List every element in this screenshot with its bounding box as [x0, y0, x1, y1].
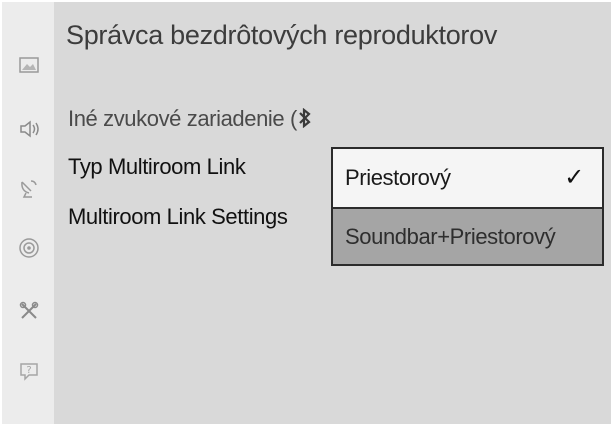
menu-item-label: Iné zvukové zariadenie ( — [68, 106, 297, 131]
bluetooth-icon — [298, 107, 311, 134]
option-label: Soundbar+Priestorový — [345, 223, 556, 249]
sound-icon[interactable] — [16, 116, 42, 142]
dropdown-option-surround[interactable]: Priestorový ✓ — [333, 149, 602, 207]
menu-item-multiroom-link-settings[interactable]: Multiroom Link Settings — [68, 204, 288, 230]
menu-item-label: Multiroom Link Settings — [68, 204, 288, 229]
broadcast-icon[interactable] — [16, 175, 42, 201]
menu-item-other-audio-device[interactable]: Iné zvukové zariadenie ( — [68, 106, 311, 134]
menu-item-multiroom-link-type[interactable]: Typ Multiroom Link — [68, 154, 246, 180]
option-label: Priestorový — [345, 165, 451, 190]
tools-icon[interactable] — [16, 298, 42, 324]
svg-text:?: ? — [26, 365, 31, 376]
sidebar: ? — [2, 2, 54, 424]
page-title: Správca bezdrôtových reproduktorov — [66, 20, 498, 50]
picture-icon[interactable] — [16, 52, 42, 78]
checkmark-icon: ✓ — [564, 163, 584, 191]
support-icon[interactable]: ? — [16, 358, 42, 384]
menu-item-label: Typ Multiroom Link — [68, 154, 246, 179]
network-icon[interactable] — [16, 235, 42, 261]
multiroom-type-dropdown[interactable]: Priestorový ✓ Soundbar+Priestorový — [331, 147, 604, 266]
tv-menu-screen: ? Správca bezdrôtových reproduktorov Iné… — [2, 2, 611, 424]
dropdown-option-soundbar-surround[interactable]: Soundbar+Priestorový — [333, 207, 602, 264]
